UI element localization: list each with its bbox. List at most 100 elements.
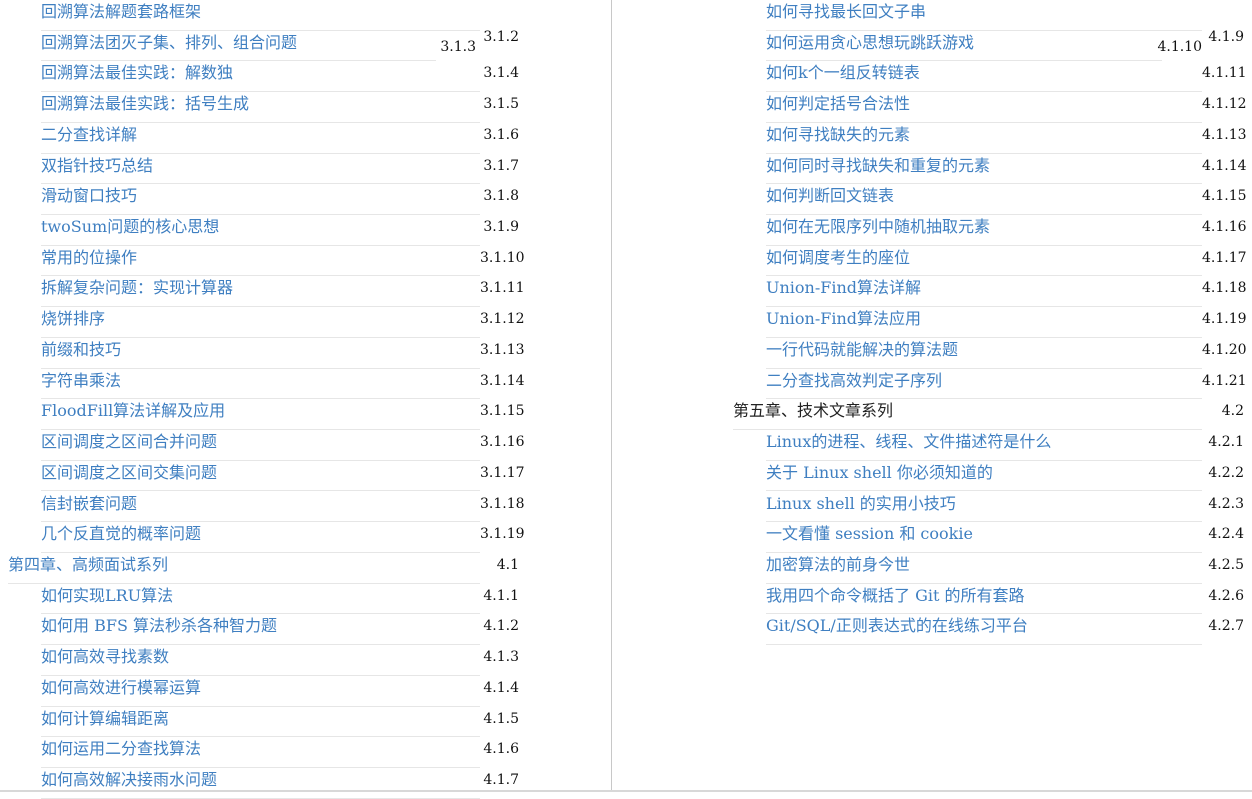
toc-entry-link[interactable]: Git/SQL/正则表达式的在线练习平台 — [766, 614, 1202, 646]
toc-entry-link[interactable]: 如何判断回文链表 — [766, 184, 1202, 215]
toc-entry[interactable]: 如何运用贪心思想玩跳跃游戏 4.1.9 4.1.10 — [612, 29, 1252, 62]
toc-entry-link[interactable]: 一文看懂 session 和 cookie — [766, 522, 1202, 553]
toc-entry-link[interactable]: 字符串乘法 — [41, 369, 480, 400]
toc-entry-link[interactable]: 加密算法的前身今世 — [766, 553, 1202, 584]
toc-entry[interactable]: 如何高效进行模幂运算 4.1.4 — [0, 676, 611, 707]
toc-entry[interactable]: 一行代码就能解决的算法题 4.1.20 — [612, 338, 1252, 369]
toc-entry-link[interactable]: 区间调度之区间交集问题 — [41, 461, 480, 492]
toc-entry[interactable]: Linux shell 的实用小技巧 4.2.3 — [612, 492, 1252, 523]
toc-entry-link[interactable]: 如何高效进行模幂运算 — [41, 676, 480, 707]
toc-entry[interactable]: 前缀和技巧 3.1.13 — [0, 338, 611, 369]
toc-entry[interactable]: 一文看懂 session 和 cookie 4.2.4 — [612, 522, 1252, 553]
toc-entry-link[interactable]: FloodFill算法详解及应用 — [41, 399, 480, 431]
toc-entry-link[interactable]: 双指针技巧总结 — [41, 154, 480, 185]
toc-entry-link[interactable]: 二分查找高效判定子序列 — [766, 369, 1202, 400]
toc-entry[interactable]: Union-Find算法详解 4.1.18 — [612, 276, 1252, 308]
toc-entry[interactable]: 如何计算编辑距离 4.1.5 — [0, 707, 611, 738]
toc-entry[interactable]: 如何寻找缺失的元素 4.1.13 — [612, 123, 1252, 154]
toc-entry-link[interactable]: 如何在无限序列中随机抽取元素 — [766, 215, 1202, 246]
page-number: 4.2.2 — [1208, 464, 1244, 481]
toc-entry-link[interactable]: 回溯算法最佳实践：括号生成 — [41, 92, 480, 123]
toc-entry-link[interactable]: 拆解复杂问题：实现计算器 — [41, 276, 480, 308]
toc-entry-link[interactable]: 如何调度考生的座位 — [766, 246, 1202, 277]
toc-entry[interactable]: 如何判断回文链表 4.1.15 — [612, 184, 1252, 215]
toc-entry[interactable]: Linux的进程、线程、文件描述符是什么 4.2.1 — [612, 430, 1252, 461]
toc-entry-link[interactable]: Linux的进程、线程、文件描述符是什么 — [766, 430, 1202, 461]
toc-entry[interactable]: 关于 Linux shell 你必须知道的 4.2.2 — [612, 461, 1252, 492]
page-number: 3.1.14 — [480, 372, 525, 389]
toc-entry-link[interactable]: 前缀和技巧 — [41, 338, 480, 369]
toc-entry[interactable]: 拆解复杂问题：实现计算器 3.1.11 — [0, 276, 611, 308]
toc-entry-link[interactable]: 如何寻找最长回文子串 — [766, 0, 1202, 31]
toc-entry-link[interactable]: 二分查找详解 — [41, 123, 480, 154]
toc-entry-link[interactable]: 常用的位操作 — [41, 246, 480, 277]
toc-entry[interactable]: twoSum问题的核心思想 3.1.9 — [0, 215, 611, 246]
page-number: 4.1.19 — [1202, 311, 1247, 328]
page-number: 4.1.5 — [483, 710, 519, 727]
toc-entry[interactable]: 回溯算法解题套路框架 — [0, 0, 611, 31]
toc-entry[interactable]: 常用的位操作 3.1.10 — [0, 246, 611, 277]
toc-entry-link[interactable]: 我用四个命令概括了 Git 的所有套路 — [766, 584, 1202, 615]
toc-entry-link[interactable]: 回溯算法团灭子集、排列、组合问题 — [41, 31, 436, 62]
toc-entry[interactable]: 第五章、技术文章系列 4.2 — [612, 399, 1252, 431]
toc-entry[interactable]: 区间调度之区间交集问题 3.1.17 — [0, 461, 611, 492]
toc-entry-link[interactable]: 区间调度之区间合并问题 — [41, 430, 480, 461]
toc-entry-link[interactable]: twoSum问题的核心思想 — [41, 215, 480, 246]
toc-entry[interactable]: 滑动窗口技巧 3.1.8 — [0, 184, 611, 215]
toc-entry[interactable]: 第四章、高频面试系列 4.1 — [0, 553, 611, 584]
toc-entry-link[interactable]: Linux shell 的实用小技巧 — [766, 492, 1202, 523]
toc-entry-link[interactable]: 滑动窗口技巧 — [41, 184, 480, 215]
toc-entry-link[interactable]: Union-Find算法应用 — [766, 307, 1202, 338]
toc-entry-link[interactable]: 回溯算法解题套路框架 — [41, 0, 480, 31]
toc-entry[interactable]: 几个反直觉的概率问题 3.1.19 — [0, 522, 611, 553]
toc-entry[interactable]: 回溯算法最佳实践：解数独 3.1.4 — [0, 61, 611, 93]
toc-entry[interactable]: 如何寻找最长回文子串 — [612, 0, 1252, 31]
toc-entry[interactable]: 如何实现LRU算法 4.1.1 — [0, 584, 611, 615]
toc-entry-link[interactable]: Union-Find算法详解 — [766, 276, 1202, 308]
toc-entry-link[interactable]: 如何k个一组反转链表 — [766, 61, 1202, 93]
toc-entry[interactable]: 信封嵌套问题 3.1.18 — [0, 492, 611, 523]
toc-entry-link[interactable]: 信封嵌套问题 — [41, 492, 480, 523]
toc-entry[interactable]: Git/SQL/正则表达式的在线练习平台 4.2.7 — [612, 614, 1252, 646]
toc-entry-link[interactable]: 如何计算编辑距离 — [41, 707, 480, 738]
page-number: 4.1.17 — [1202, 249, 1247, 266]
toc-entry-link[interactable]: 如何用 BFS 算法秒杀各种智力题 — [41, 614, 480, 646]
toc-entry[interactable]: Union-Find算法应用 4.1.19 — [612, 307, 1252, 338]
toc-entry-link[interactable]: 如何高效解决接雨水问题 — [41, 768, 480, 799]
toc-entry-link[interactable]: 关于 Linux shell 你必须知道的 — [766, 461, 1202, 492]
toc-entry[interactable]: 字符串乘法 3.1.14 — [0, 369, 611, 400]
toc-entry-link[interactable]: 如何运用贪心思想玩跳跃游戏 — [766, 31, 1162, 62]
toc-entry-link[interactable]: 如何高效寻找素数 — [41, 645, 480, 676]
chapter-heading[interactable]: 第四章、高频面试系列 — [8, 553, 480, 584]
toc-entry[interactable]: 如何同时寻找缺失和重复的元素 4.1.14 — [612, 154, 1252, 185]
toc-entry[interactable]: 二分查找高效判定子序列 4.1.21 — [612, 369, 1252, 400]
toc-entry[interactable]: FloodFill算法详解及应用 3.1.15 — [0, 399, 611, 431]
toc-entry[interactable]: 回溯算法团灭子集、排列、组合问题 3.1.2 3.1.3 — [0, 29, 611, 62]
toc-entry-link[interactable]: 如何实现LRU算法 — [41, 584, 480, 615]
toc-entry[interactable]: 双指针技巧总结 3.1.7 — [0, 154, 611, 185]
toc-entry[interactable]: 如何用 BFS 算法秒杀各种智力题 4.1.2 — [0, 614, 611, 646]
toc-entry-link[interactable]: 如何寻找缺失的元素 — [766, 123, 1202, 154]
toc-entry-link[interactable]: 如何判定括号合法性 — [766, 92, 1202, 123]
toc-entry[interactable]: 加密算法的前身今世 4.2.5 — [612, 553, 1252, 584]
toc-entry[interactable]: 如何运用二分查找算法 4.1.6 — [0, 737, 611, 768]
toc-entry-link[interactable]: 回溯算法最佳实践：解数独 — [41, 61, 480, 93]
toc-entry[interactable]: 如何k个一组反转链表 4.1.11 — [612, 61, 1252, 93]
toc-entry-link[interactable]: 几个反直觉的概率问题 — [41, 522, 480, 553]
toc-entry[interactable]: 如何调度考生的座位 4.1.17 — [612, 246, 1252, 277]
toc-entry-link[interactable]: 如何同时寻找缺失和重复的元素 — [766, 154, 1202, 185]
toc-entry[interactable]: 回溯算法最佳实践：括号生成 3.1.5 — [0, 92, 611, 123]
toc-entry[interactable]: 烧饼排序 3.1.12 — [0, 307, 611, 338]
toc-entry[interactable]: 我用四个命令概括了 Git 的所有套路 4.2.6 — [612, 584, 1252, 615]
chapter-heading[interactable]: 第五章、技术文章系列 — [733, 399, 1202, 431]
toc-entry-link[interactable]: 烧饼排序 — [41, 307, 480, 338]
page-number: 3.1.2 — [483, 28, 519, 45]
toc-entry[interactable]: 如何在无限序列中随机抽取元素 4.1.16 — [612, 215, 1252, 246]
toc-entry-link[interactable]: 如何运用二分查找算法 — [41, 737, 480, 768]
toc-entry[interactable]: 如何高效解决接雨水问题 4.1.7 — [0, 768, 611, 799]
toc-entry[interactable]: 如何高效寻找素数 4.1.3 — [0, 645, 611, 676]
toc-entry[interactable]: 如何判定括号合法性 4.1.12 — [612, 92, 1252, 123]
toc-entry[interactable]: 二分查找详解 3.1.6 — [0, 123, 611, 154]
toc-entry-link[interactable]: 一行代码就能解决的算法题 — [766, 338, 1202, 369]
toc-entry[interactable]: 区间调度之区间合并问题 3.1.16 — [0, 430, 611, 461]
